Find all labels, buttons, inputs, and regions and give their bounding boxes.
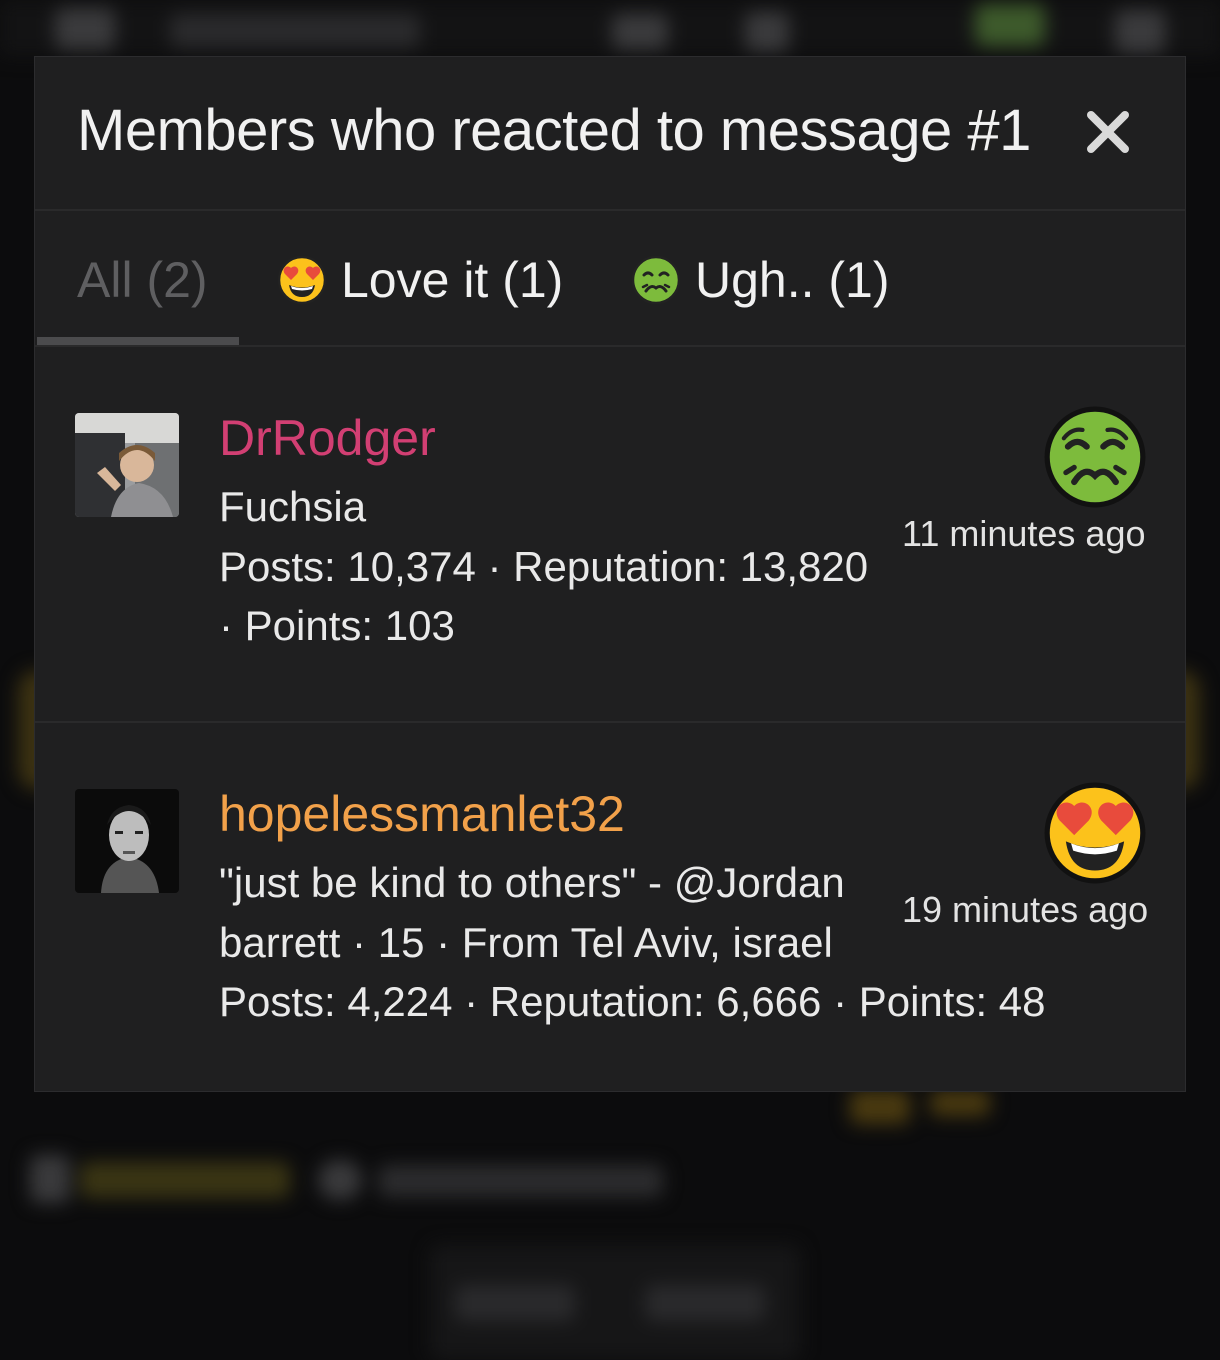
username-link[interactable]: DrRodger xyxy=(219,409,436,467)
member-points: · Points: 103 xyxy=(219,602,455,649)
reaction-time: 19 minutes ago xyxy=(902,889,1149,930)
background-username xyxy=(80,1162,290,1198)
member-title: Fuchsia xyxy=(219,483,367,530)
close-icon xyxy=(1087,111,1129,153)
tab-all-label: All (2) xyxy=(77,252,208,308)
background-search-icon xyxy=(1115,10,1165,54)
modal-header: Members who reacted to message #1 xyxy=(35,57,1185,211)
nauseated-emoji-icon xyxy=(1044,406,1146,508)
member-title: "just be kind to others" - @Jordan xyxy=(219,859,845,906)
active-tab-indicator xyxy=(37,337,239,345)
background-user-icon xyxy=(30,1155,70,1203)
background-ignore-button xyxy=(455,1285,575,1321)
nauseated-emoji-icon xyxy=(631,255,681,305)
background-clock-icon xyxy=(318,1160,362,1200)
close-button[interactable] xyxy=(1085,109,1131,155)
background-bell-icon xyxy=(745,12,789,52)
background-logo xyxy=(170,14,420,48)
tab-love-it[interactable]: Love it (1) xyxy=(277,251,563,309)
member-stats: Posts: 10,374 · Reputation: 13,820 xyxy=(219,543,869,590)
avatar-image xyxy=(75,789,179,893)
member-location: barrett · 15 · From Tel Aviv, israel xyxy=(219,919,833,966)
background-menu-icon xyxy=(55,8,115,50)
avatar-image xyxy=(75,413,179,517)
member-row: DrRodger Fuchsia Posts: 10,374 · Reputat… xyxy=(35,347,1185,723)
tab-ugh[interactable]: Ugh.. (1) xyxy=(631,251,890,309)
username-link[interactable]: hopelessmanlet32 xyxy=(219,785,625,843)
background-watch-button xyxy=(645,1285,765,1321)
reaction-tabs: All (2) Love it (1) Ugh.. (1) xyxy=(35,211,1185,347)
member-row: hopelessmanlet32 "just be kind to others… xyxy=(35,723,1185,1097)
tab-love-it-label: Love it (1) xyxy=(341,252,564,308)
member-stats: Posts: 4,224 · Reputation: 6,666 · Point… xyxy=(219,978,1046,1025)
background-inbox-icon xyxy=(612,14,668,50)
avatar[interactable] xyxy=(75,413,179,517)
tab-all[interactable]: All (2) xyxy=(77,251,208,309)
modal-title: Members who reacted to message #1 xyxy=(77,98,1031,163)
tab-ugh-label: Ugh.. (1) xyxy=(695,252,890,308)
reactions-modal: Members who reacted to message #1 All (2… xyxy=(34,56,1186,1092)
reaction-time: 11 minutes ago xyxy=(902,513,1146,554)
heart-eyes-emoji-icon xyxy=(1044,782,1146,884)
background-timestamp xyxy=(378,1165,663,1197)
heart-eyes-emoji-icon xyxy=(277,255,327,305)
avatar[interactable] xyxy=(75,789,179,893)
background-avatar xyxy=(975,4,1045,46)
